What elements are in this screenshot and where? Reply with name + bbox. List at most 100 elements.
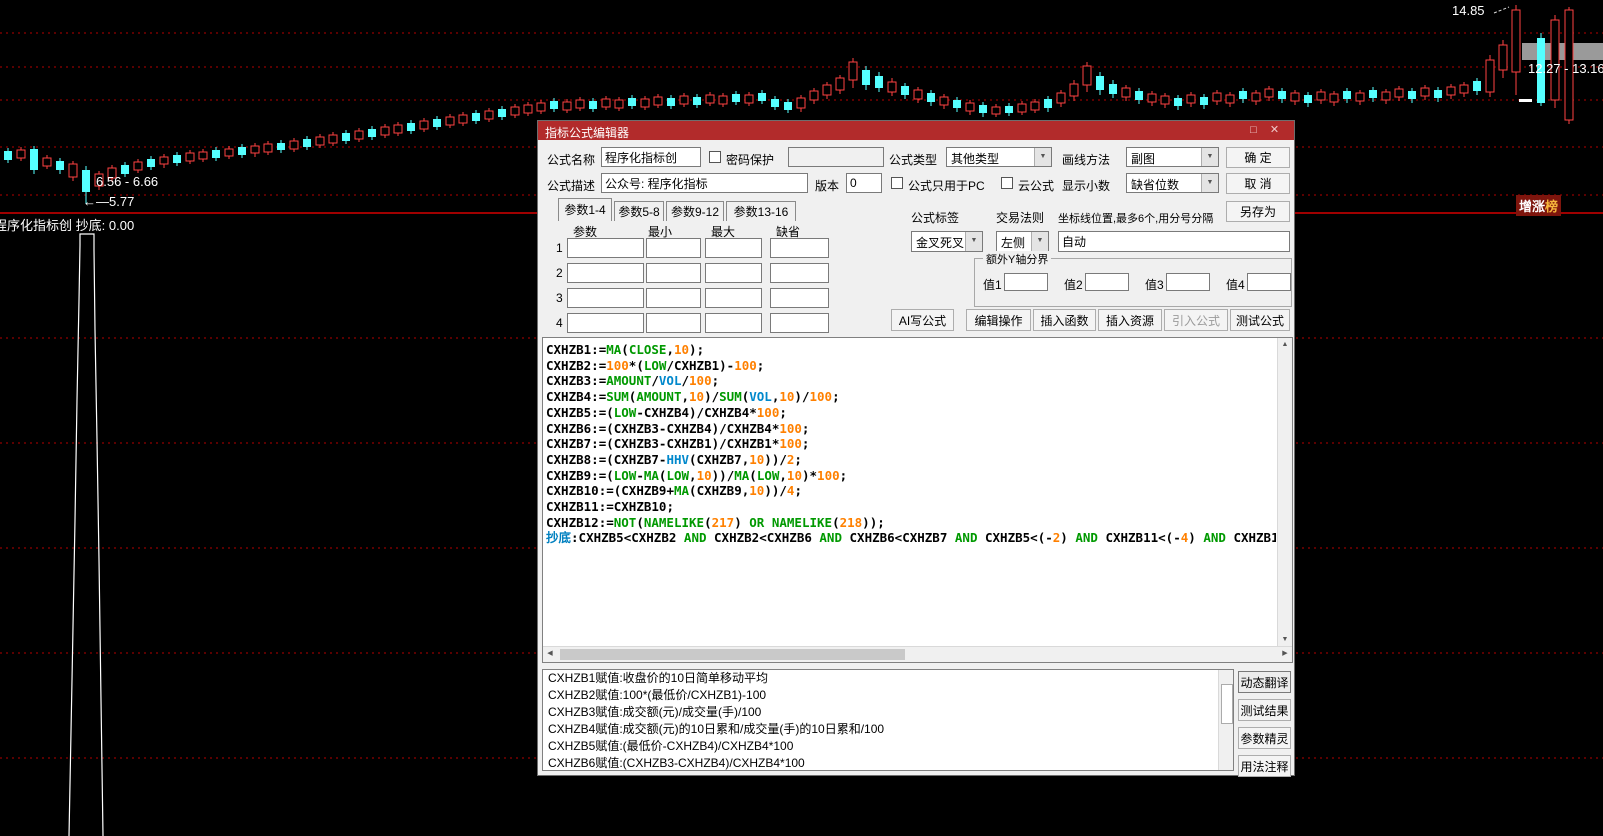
cloud-formula-checkbox[interactable] — [1001, 177, 1013, 189]
candle — [758, 90, 766, 104]
price-tick-mark — [1519, 99, 1532, 102]
formula-type-select[interactable]: 其他类型 ▼ — [946, 147, 1052, 167]
rank-badge-text: 增涨 — [1519, 199, 1545, 214]
code-line: CXHZB2:=100*(LOW/CXHZB1)-100; — [546, 358, 1276, 374]
insert-resource-button[interactable]: 插入资源 — [1098, 309, 1162, 331]
chevron-down-icon[interactable]: ▼ — [1201, 148, 1218, 166]
param-input[interactable] — [646, 313, 701, 333]
candle — [810, 88, 818, 104]
code-line: 抄底:CXHZB5<CXHZB2 AND CXHZB2<CXHZB6 AND C… — [546, 530, 1276, 546]
test-formula-button[interactable]: 测试公式 — [1230, 309, 1290, 331]
candle — [160, 154, 168, 168]
cancel-button[interactable]: 取 消 — [1226, 173, 1290, 194]
usage-note-button[interactable]: 用法注释 — [1238, 755, 1291, 777]
chevron-down-icon[interactable]: ▼ — [1034, 148, 1051, 166]
param-input[interactable] — [705, 263, 762, 283]
candle — [1096, 72, 1104, 95]
candle — [979, 102, 987, 117]
code-editor[interactable]: CXHZB1:=MA(CLOSE,10);CXHZB2:=100*(LOW/CX… — [542, 337, 1293, 663]
test-result-button[interactable]: 测试结果 — [1238, 699, 1291, 721]
rank-badge[interactable]: 增涨榜 — [1516, 195, 1561, 216]
param-input[interactable] — [705, 313, 762, 333]
param-input[interactable] — [705, 238, 762, 258]
formula-tag-label: 公式标签 — [911, 209, 959, 226]
trade-rule-select[interactable]: 左侧 ▼ — [996, 231, 1049, 252]
param-input[interactable] — [770, 238, 829, 258]
param-input[interactable] — [567, 313, 644, 333]
param-input[interactable] — [770, 263, 829, 283]
formula-editor-dialog: 指标公式编辑器 □ ✕ 公式名称 密码保护 公式类型 其他类型 ▼ 画线方法 副… — [537, 120, 1295, 776]
candle — [1070, 80, 1078, 101]
param-input[interactable] — [705, 288, 762, 308]
formula-desc-input[interactable] — [601, 173, 808, 193]
dialog-titlebar[interactable]: 指标公式编辑器 □ ✕ — [538, 121, 1294, 140]
candle — [498, 106, 506, 120]
candle — [4, 148, 12, 163]
ai-write-button[interactable]: AI写公式 — [891, 309, 954, 331]
version-input[interactable] — [846, 173, 882, 193]
tab-参数5-8[interactable]: 参数5-8 — [614, 201, 664, 221]
tab-参数13-16[interactable]: 参数13-16 — [726, 201, 796, 221]
coord-line-input[interactable] — [1058, 231, 1290, 252]
param-input[interactable] — [770, 313, 829, 333]
candle — [277, 140, 285, 153]
candle — [329, 132, 337, 146]
y-value-input[interactable] — [1004, 273, 1048, 291]
tab-参数9-12[interactable]: 参数9-12 — [666, 201, 724, 221]
dynamic-translate-button[interactable]: 动态翻译 — [1238, 671, 1291, 693]
save-as-button[interactable]: 另存为 — [1226, 201, 1290, 222]
edit-ops-button[interactable]: 编辑操作 — [966, 309, 1031, 331]
candle — [992, 104, 1000, 117]
chevron-down-icon[interactable]: ▼ — [965, 232, 982, 251]
scroll-left-icon[interactable]: ◀ — [543, 647, 557, 661]
code-vscrollbar[interactable]: ▲ ▼ — [1277, 338, 1292, 647]
code-area[interactable]: CXHZB1:=MA(CLOSE,10);CXHZB2:=100*(LOW/CX… — [546, 342, 1276, 644]
scroll-right-icon[interactable]: ▶ — [1278, 647, 1292, 661]
param-input[interactable] — [646, 238, 701, 258]
param-input[interactable] — [770, 288, 829, 308]
candle — [316, 134, 324, 148]
param-wizard-button[interactable]: 参数精灵 — [1238, 727, 1291, 749]
translation-line: CXHZB1赋值:收盘价的10日简单移动平均 — [543, 670, 1233, 687]
candle — [1265, 86, 1273, 101]
dialog-title: 指标公式编辑器 — [545, 124, 629, 141]
hscroll-thumb[interactable] — [560, 649, 905, 660]
left-range-label: 6.56 - 6.66 — [96, 174, 158, 189]
y-value-input[interactable] — [1085, 273, 1129, 291]
candle — [485, 108, 493, 122]
draw-method-select[interactable]: 副图 ▼ — [1126, 147, 1219, 167]
formula-name-input[interactable] — [601, 147, 701, 167]
param-input[interactable] — [646, 263, 701, 283]
candle — [173, 152, 181, 166]
formula-tag-select[interactable]: 金叉死叉 ▼ — [911, 231, 983, 252]
y-value-input[interactable] — [1247, 273, 1291, 291]
password-protect-checkbox[interactable] — [709, 151, 721, 163]
scroll-down-icon[interactable]: ▼ — [1278, 633, 1292, 647]
param-input[interactable] — [646, 288, 701, 308]
indicator-spike — [69, 234, 103, 836]
translation-line: CXHZB3赋值:成交额(元)/成交量(手)/100 — [543, 704, 1233, 721]
y-value-input[interactable] — [1166, 273, 1210, 291]
scroll-up-icon[interactable]: ▲ — [1278, 338, 1292, 352]
candle — [433, 116, 441, 130]
tab-参数1-4[interactable]: 参数1-4 — [558, 198, 612, 221]
close-icon[interactable]: ✕ — [1267, 123, 1282, 138]
param-input[interactable] — [567, 288, 644, 308]
candle — [43, 155, 51, 169]
ok-button[interactable]: 确 定 — [1226, 147, 1290, 168]
code-line: CXHZB9:=(LOW-MA(LOW,10))/MA(LOW,10)*100; — [546, 468, 1276, 484]
decimal-value: 缺省位数 — [1131, 176, 1179, 193]
maximize-icon[interactable]: □ — [1246, 123, 1261, 138]
candle — [823, 82, 831, 99]
translation-scroll-thumb[interactable] — [1221, 684, 1233, 724]
candle — [667, 95, 675, 109]
chevron-down-icon[interactable]: ▼ — [1031, 232, 1048, 251]
chevron-down-icon[interactable]: ▼ — [1201, 174, 1218, 192]
param-input[interactable] — [567, 263, 644, 283]
pc-only-checkbox[interactable] — [891, 177, 903, 189]
code-hscrollbar[interactable]: ◀ ▶ — [543, 646, 1292, 662]
param-input[interactable] — [567, 238, 644, 258]
decimal-select[interactable]: 缺省位数 ▼ — [1126, 173, 1219, 193]
insert-function-button[interactable]: 插入函数 — [1033, 309, 1096, 331]
translation-scrollbar[interactable] — [1218, 670, 1233, 770]
